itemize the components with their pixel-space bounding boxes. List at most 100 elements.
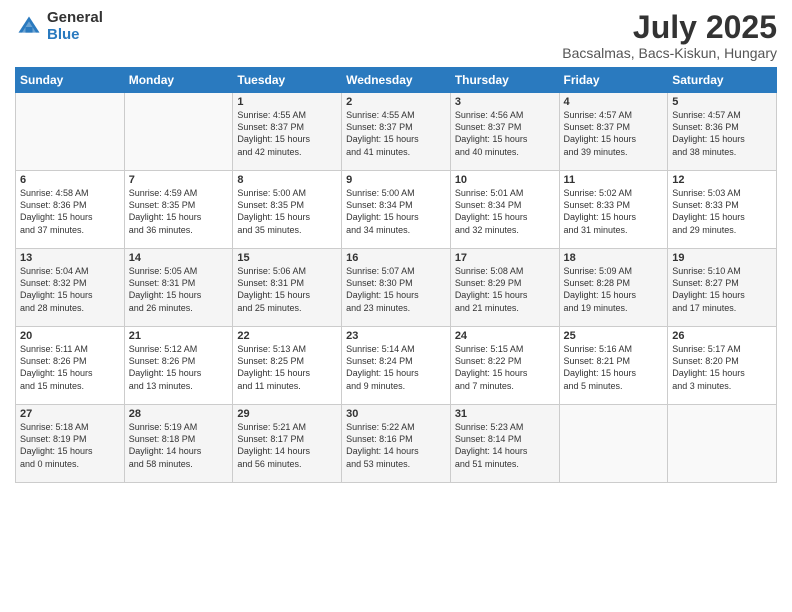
col-tuesday: Tuesday [233, 68, 342, 93]
page: General Blue July 2025 Bacsalmas, Bacs-K… [0, 0, 792, 612]
day-number: 18 [564, 252, 664, 264]
cell-content: Sunrise: 5:22 AM Sunset: 8:16 PM Dayligh… [346, 421, 446, 470]
calendar-cell: 28Sunrise: 5:19 AM Sunset: 8:18 PM Dayli… [124, 405, 233, 483]
day-number: 28 [129, 408, 229, 420]
cell-content: Sunrise: 4:57 AM Sunset: 8:36 PM Dayligh… [672, 109, 772, 158]
col-saturday: Saturday [668, 68, 777, 93]
cell-content: Sunrise: 5:19 AM Sunset: 8:18 PM Dayligh… [129, 421, 229, 470]
calendar-cell: 19Sunrise: 5:10 AM Sunset: 8:27 PM Dayli… [668, 249, 777, 327]
calendar-cell [668, 405, 777, 483]
col-sunday: Sunday [16, 68, 125, 93]
day-number: 12 [672, 174, 772, 186]
cell-content: Sunrise: 4:55 AM Sunset: 8:37 PM Dayligh… [346, 109, 446, 158]
calendar-cell: 12Sunrise: 5:03 AM Sunset: 8:33 PM Dayli… [668, 171, 777, 249]
calendar-cell: 2Sunrise: 4:55 AM Sunset: 8:37 PM Daylig… [342, 93, 451, 171]
day-number: 15 [237, 252, 337, 264]
calendar-week-3: 13Sunrise: 5:04 AM Sunset: 8:32 PM Dayli… [16, 249, 777, 327]
day-number: 16 [346, 252, 446, 264]
day-number: 11 [564, 174, 664, 186]
calendar-cell: 10Sunrise: 5:01 AM Sunset: 8:34 PM Dayli… [450, 171, 559, 249]
calendar-cell: 25Sunrise: 5:16 AM Sunset: 8:21 PM Dayli… [559, 327, 668, 405]
day-number: 17 [455, 252, 555, 264]
day-number: 25 [564, 330, 664, 342]
calendar-cell: 1Sunrise: 4:55 AM Sunset: 8:37 PM Daylig… [233, 93, 342, 171]
cell-content: Sunrise: 4:56 AM Sunset: 8:37 PM Dayligh… [455, 109, 555, 158]
calendar-week-4: 20Sunrise: 5:11 AM Sunset: 8:26 PM Dayli… [16, 327, 777, 405]
calendar-cell: 18Sunrise: 5:09 AM Sunset: 8:28 PM Dayli… [559, 249, 668, 327]
day-number: 10 [455, 174, 555, 186]
calendar-cell: 9Sunrise: 5:00 AM Sunset: 8:34 PM Daylig… [342, 171, 451, 249]
cell-content: Sunrise: 5:06 AM Sunset: 8:31 PM Dayligh… [237, 265, 337, 314]
cell-content: Sunrise: 5:01 AM Sunset: 8:34 PM Dayligh… [455, 187, 555, 236]
cell-content: Sunrise: 5:13 AM Sunset: 8:25 PM Dayligh… [237, 343, 337, 392]
calendar-cell: 23Sunrise: 5:14 AM Sunset: 8:24 PM Dayli… [342, 327, 451, 405]
day-number: 1 [237, 96, 337, 108]
title-block: July 2025 Bacsalmas, Bacs-Kiskun, Hungar… [562, 10, 777, 61]
cell-content: Sunrise: 5:05 AM Sunset: 8:31 PM Dayligh… [129, 265, 229, 314]
logo-text: General Blue [47, 10, 103, 43]
calendar-cell [559, 405, 668, 483]
day-number: 26 [672, 330, 772, 342]
logo-general: General [47, 10, 103, 27]
calendar-week-5: 27Sunrise: 5:18 AM Sunset: 8:19 PM Dayli… [16, 405, 777, 483]
calendar-cell: 31Sunrise: 5:23 AM Sunset: 8:14 PM Dayli… [450, 405, 559, 483]
cell-content: Sunrise: 5:09 AM Sunset: 8:28 PM Dayligh… [564, 265, 664, 314]
calendar-cell: 6Sunrise: 4:58 AM Sunset: 8:36 PM Daylig… [16, 171, 125, 249]
day-number: 4 [564, 96, 664, 108]
col-friday: Friday [559, 68, 668, 93]
calendar-cell [16, 93, 125, 171]
calendar-cell: 20Sunrise: 5:11 AM Sunset: 8:26 PM Dayli… [16, 327, 125, 405]
logo-icon [15, 13, 43, 41]
calendar-week-2: 6Sunrise: 4:58 AM Sunset: 8:36 PM Daylig… [16, 171, 777, 249]
col-wednesday: Wednesday [342, 68, 451, 93]
day-number: 19 [672, 252, 772, 264]
cell-content: Sunrise: 5:17 AM Sunset: 8:20 PM Dayligh… [672, 343, 772, 392]
cell-content: Sunrise: 4:58 AM Sunset: 8:36 PM Dayligh… [20, 187, 120, 236]
calendar-cell: 3Sunrise: 4:56 AM Sunset: 8:37 PM Daylig… [450, 93, 559, 171]
cell-content: Sunrise: 5:08 AM Sunset: 8:29 PM Dayligh… [455, 265, 555, 314]
day-number: 2 [346, 96, 446, 108]
col-thursday: Thursday [450, 68, 559, 93]
calendar-cell: 22Sunrise: 5:13 AM Sunset: 8:25 PM Dayli… [233, 327, 342, 405]
calendar-cell: 29Sunrise: 5:21 AM Sunset: 8:17 PM Dayli… [233, 405, 342, 483]
header-row: Sunday Monday Tuesday Wednesday Thursday… [16, 68, 777, 93]
logo: General Blue [15, 10, 103, 43]
calendar-cell: 17Sunrise: 5:08 AM Sunset: 8:29 PM Dayli… [450, 249, 559, 327]
cell-content: Sunrise: 4:55 AM Sunset: 8:37 PM Dayligh… [237, 109, 337, 158]
cell-content: Sunrise: 4:59 AM Sunset: 8:35 PM Dayligh… [129, 187, 229, 236]
calendar-cell: 5Sunrise: 4:57 AM Sunset: 8:36 PM Daylig… [668, 93, 777, 171]
calendar-cell: 30Sunrise: 5:22 AM Sunset: 8:16 PM Dayli… [342, 405, 451, 483]
calendar-cell: 13Sunrise: 5:04 AM Sunset: 8:32 PM Dayli… [16, 249, 125, 327]
day-number: 21 [129, 330, 229, 342]
col-monday: Monday [124, 68, 233, 93]
cell-content: Sunrise: 5:10 AM Sunset: 8:27 PM Dayligh… [672, 265, 772, 314]
day-number: 23 [346, 330, 446, 342]
calendar-cell: 7Sunrise: 4:59 AM Sunset: 8:35 PM Daylig… [124, 171, 233, 249]
cell-content: Sunrise: 5:16 AM Sunset: 8:21 PM Dayligh… [564, 343, 664, 392]
calendar-cell: 27Sunrise: 5:18 AM Sunset: 8:19 PM Dayli… [16, 405, 125, 483]
cell-content: Sunrise: 4:57 AM Sunset: 8:37 PM Dayligh… [564, 109, 664, 158]
header: General Blue July 2025 Bacsalmas, Bacs-K… [15, 10, 777, 61]
day-number: 5 [672, 96, 772, 108]
day-number: 20 [20, 330, 120, 342]
calendar-week-1: 1Sunrise: 4:55 AM Sunset: 8:37 PM Daylig… [16, 93, 777, 171]
calendar-cell: 24Sunrise: 5:15 AM Sunset: 8:22 PM Dayli… [450, 327, 559, 405]
day-number: 27 [20, 408, 120, 420]
calendar-cell: 26Sunrise: 5:17 AM Sunset: 8:20 PM Dayli… [668, 327, 777, 405]
day-number: 29 [237, 408, 337, 420]
cell-content: Sunrise: 5:07 AM Sunset: 8:30 PM Dayligh… [346, 265, 446, 314]
calendar-cell: 15Sunrise: 5:06 AM Sunset: 8:31 PM Dayli… [233, 249, 342, 327]
cell-content: Sunrise: 5:15 AM Sunset: 8:22 PM Dayligh… [455, 343, 555, 392]
cell-content: Sunrise: 5:03 AM Sunset: 8:33 PM Dayligh… [672, 187, 772, 236]
calendar-table: Sunday Monday Tuesday Wednesday Thursday… [15, 67, 777, 483]
cell-content: Sunrise: 5:21 AM Sunset: 8:17 PM Dayligh… [237, 421, 337, 470]
calendar-cell [124, 93, 233, 171]
cell-content: Sunrise: 5:00 AM Sunset: 8:35 PM Dayligh… [237, 187, 337, 236]
day-number: 8 [237, 174, 337, 186]
calendar-cell: 14Sunrise: 5:05 AM Sunset: 8:31 PM Dayli… [124, 249, 233, 327]
day-number: 14 [129, 252, 229, 264]
cell-content: Sunrise: 5:18 AM Sunset: 8:19 PM Dayligh… [20, 421, 120, 470]
day-number: 30 [346, 408, 446, 420]
calendar-cell: 8Sunrise: 5:00 AM Sunset: 8:35 PM Daylig… [233, 171, 342, 249]
month-title: July 2025 [562, 10, 777, 45]
